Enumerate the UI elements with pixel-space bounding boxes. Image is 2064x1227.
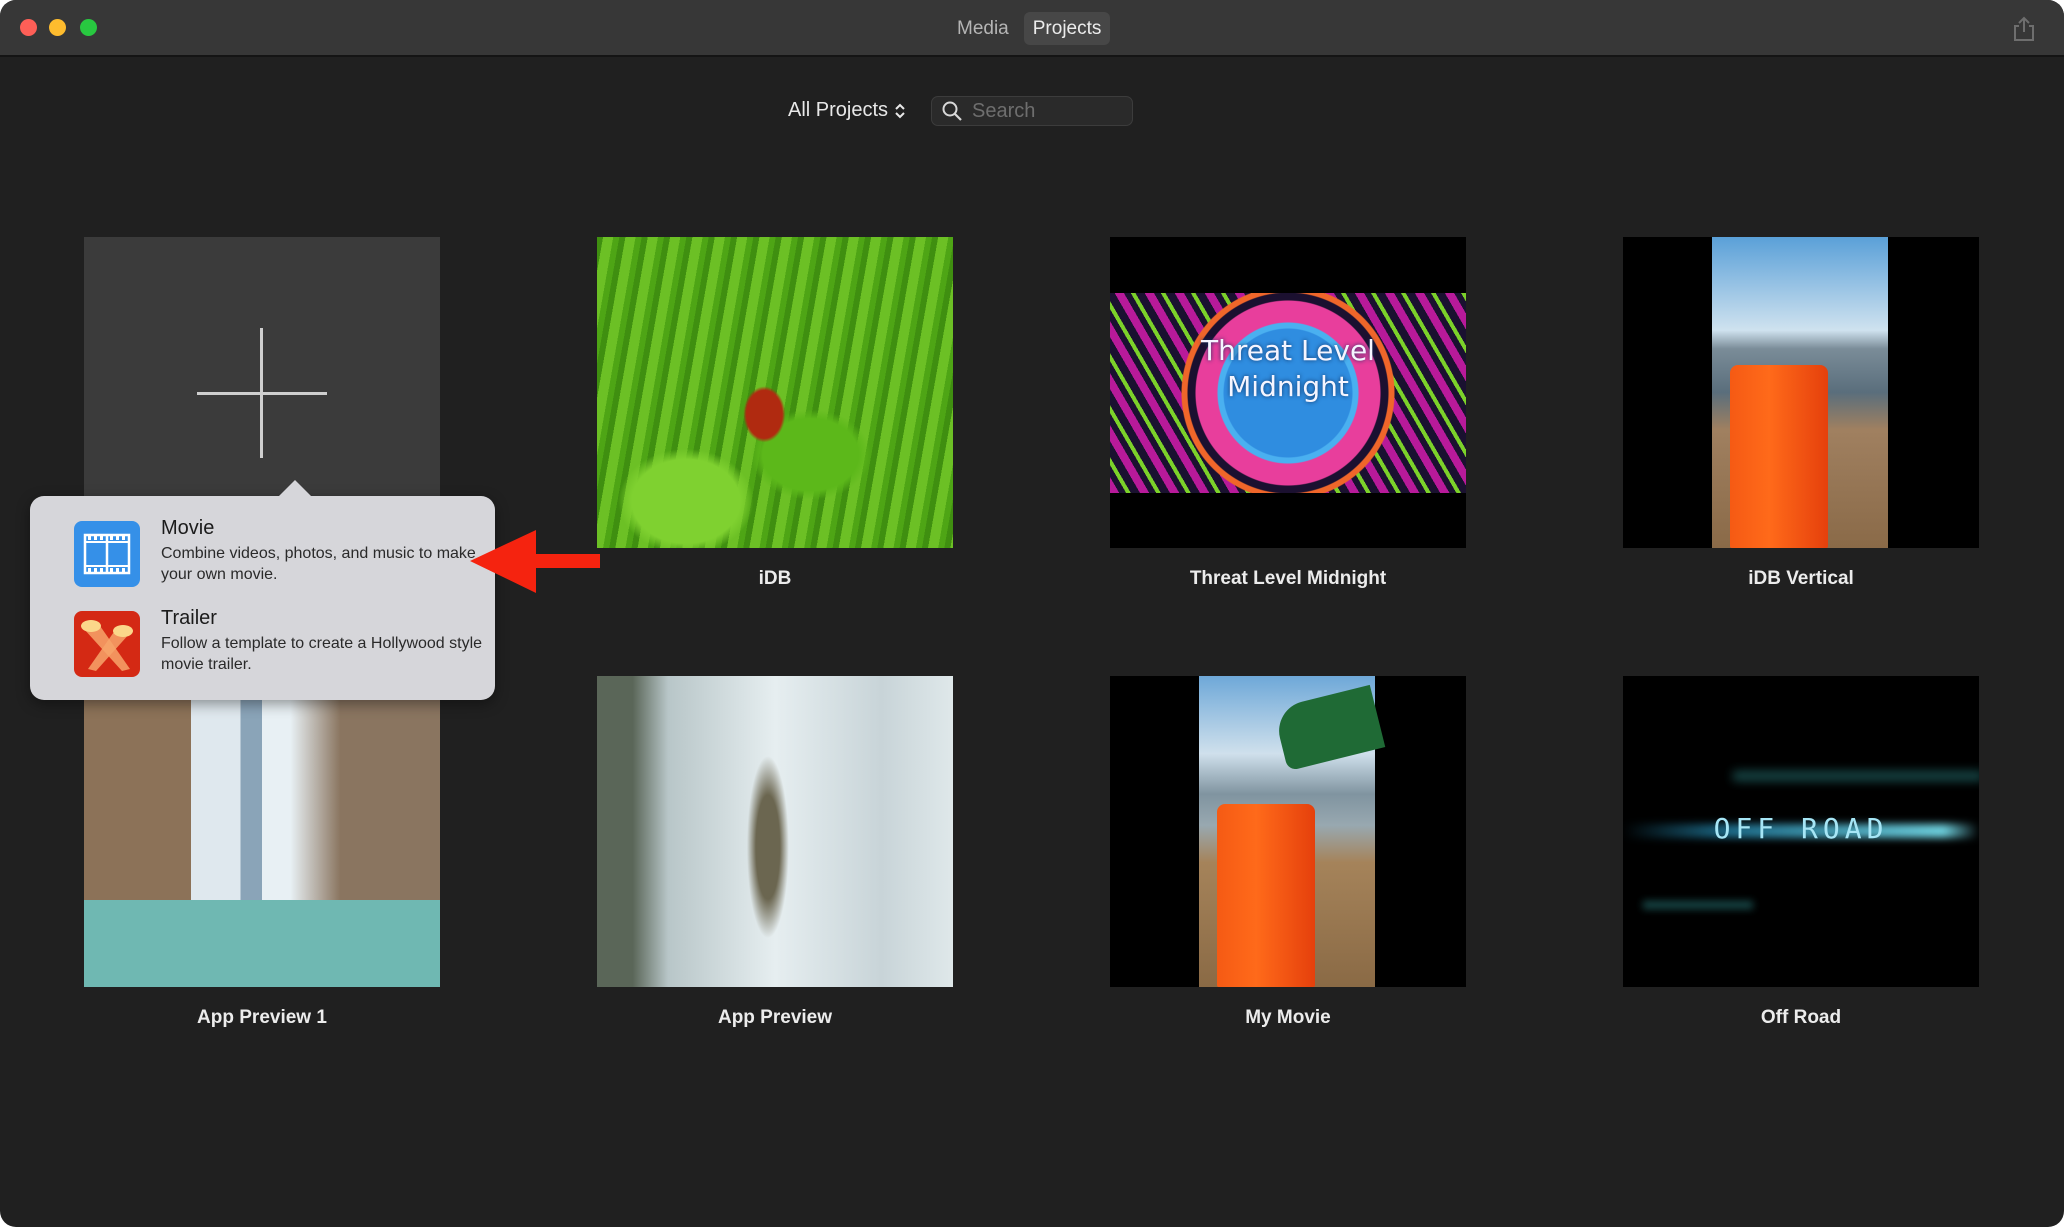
project-thumbnail-off-road[interactable]: OFF ROAD (1623, 676, 1979, 987)
trailer-option-title: Trailer (161, 607, 217, 629)
project-thumbnail-app-preview[interactable] (597, 676, 953, 987)
all-projects-dropdown[interactable]: All Projects (788, 99, 906, 122)
search-icon (942, 101, 962, 121)
project-title[interactable]: App Preview (597, 1007, 953, 1029)
thumbnail-image (1712, 237, 1888, 548)
chevron-updown-icon (895, 103, 905, 118)
orange-cup (1217, 804, 1315, 987)
share-icon[interactable] (2012, 16, 2036, 42)
projects-toolbar: All Projects (0, 95, 2064, 131)
project-thumbnail-threat-level-midnight[interactable]: Threat Level Midnight (1110, 237, 1466, 548)
title-bar: Media Projects (0, 0, 2064, 57)
movie-option-description: Combine videos, photos, and music to mak… (161, 545, 476, 583)
thumbnail-image (1199, 676, 1386, 987)
project-thumbnail-app-preview-1[interactable] (84, 676, 440, 987)
project-title[interactable]: My Movie (1110, 1007, 1466, 1029)
tab-media[interactable]: Media (948, 12, 1018, 45)
view-switcher: Media Projects (948, 12, 1111, 45)
film-strip-icon (74, 521, 140, 587)
thumbnail-title-text: OFF ROAD (1713, 812, 1889, 845)
project-title[interactable]: App Preview 1 (84, 1007, 440, 1029)
search-field[interactable] (931, 96, 1133, 126)
all-projects-label: All Projects (788, 99, 889, 121)
project-title[interactable]: iDB (597, 568, 953, 590)
new-trailer-option[interactable]: Trailer Follow a template to create a Ho… (30, 607, 495, 697)
project-title[interactable]: Off Road (1623, 1007, 1979, 1029)
tab-projects[interactable]: Projects (1023, 12, 1111, 45)
bottle (1272, 684, 1386, 772)
thumbnail-title-text: Threat Level Midnight (1201, 334, 1375, 403)
imovie-window: Media Projects All Projects Search iDB T… (0, 0, 2064, 1227)
project-title[interactable]: Threat Level Midnight (1110, 568, 1466, 590)
project-thumbnail-idb[interactable] (597, 237, 953, 548)
orange-cup (1730, 365, 1828, 548)
search-input[interactable] (972, 99, 1122, 123)
red-arrow-icon (470, 530, 600, 593)
new-project-popover: Movie Combine videos, photos, and music … (30, 480, 495, 700)
popover-caret (278, 480, 312, 497)
close-window-button[interactable] (20, 19, 37, 36)
spotlights-icon (74, 611, 140, 677)
light-streak (1643, 901, 1753, 909)
trailer-option-description: Follow a template to create a Hollywood … (161, 635, 483, 673)
light-streak (1733, 771, 1979, 781)
project-title[interactable]: iDB Vertical (1623, 568, 1979, 590)
new-movie-option[interactable]: Movie Combine videos, photos, and music … (30, 517, 495, 607)
project-thumbnail-idb-vertical[interactable] (1623, 237, 1979, 548)
movie-option-title: Movie (161, 517, 215, 539)
minimize-window-button[interactable] (49, 19, 66, 36)
fullscreen-window-button[interactable] (80, 19, 97, 36)
project-thumbnail-my-movie[interactable] (1110, 676, 1466, 987)
